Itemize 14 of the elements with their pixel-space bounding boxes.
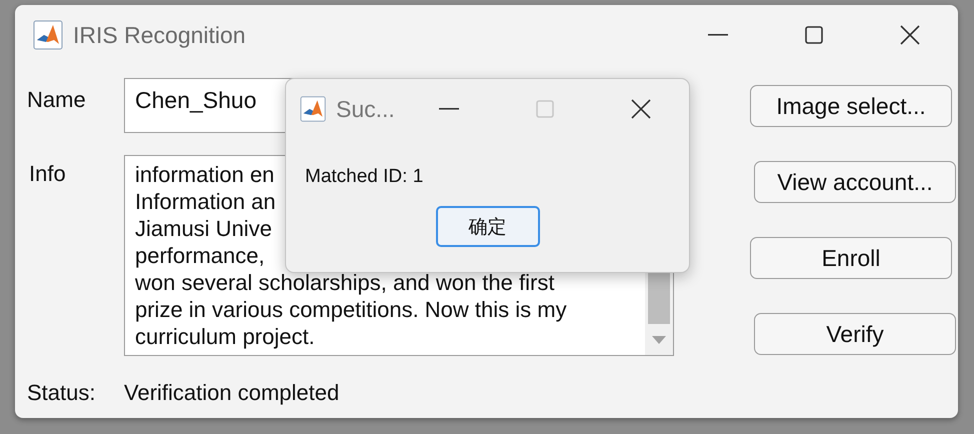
- window-title: IRIS Recognition: [73, 22, 246, 48]
- status-text: Verification completed: [124, 380, 340, 406]
- info-text-line: prize in various competitions. Now this is my: [135, 296, 567, 323]
- info-label: Info: [28, 161, 67, 188]
- status-label: Status:: [27, 380, 96, 406]
- message-text: Matched ID: 1: [305, 166, 424, 188]
- name-label: Name: [27, 87, 87, 114]
- info-text-line: performance,: [135, 242, 265, 269]
- info-text-line: Information an: [135, 188, 276, 215]
- info-text-line: curriculum project.: [135, 323, 315, 350]
- info-text-line: information en: [135, 161, 274, 188]
- dialog-title: Suc...: [336, 96, 396, 122]
- info-text-line: Jiamusi Unive: [135, 215, 272, 242]
- info-text-line: won several scholarships, and won the first: [135, 269, 554, 296]
